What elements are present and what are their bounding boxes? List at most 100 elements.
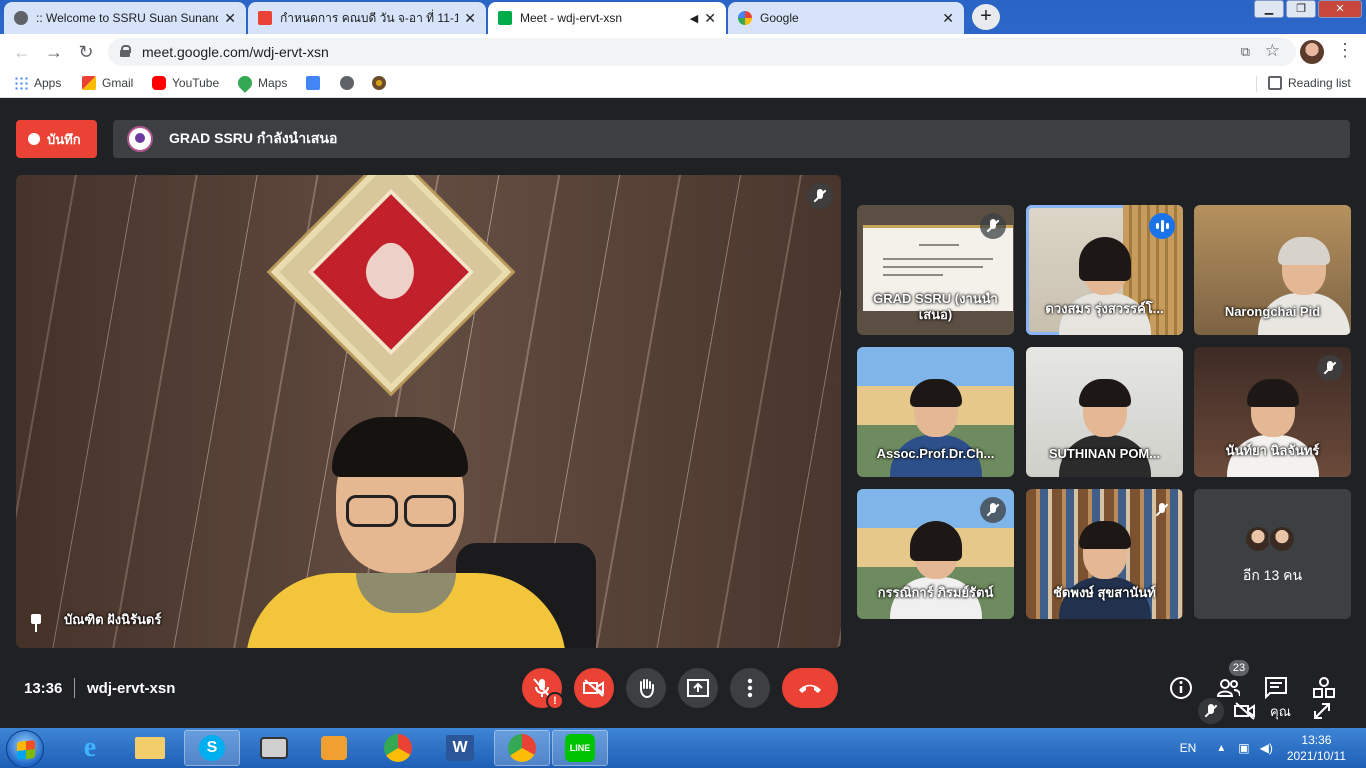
bookmark-apps[interactable]: Apps	[14, 76, 61, 90]
participant-video	[1226, 377, 1319, 477]
browser-menu-icon[interactable]: ⋮	[1336, 40, 1354, 61]
divider	[74, 678, 75, 698]
lock-icon[interactable]	[120, 45, 131, 57]
taskbar-camera[interactable]	[246, 730, 302, 766]
word-icon: W	[446, 735, 474, 761]
start-button[interactable]	[6, 730, 44, 768]
folder-icon	[135, 737, 165, 759]
participant-tile[interactable]: Assoc.Prof.Dr.Ch...	[857, 347, 1014, 477]
bookmark-gmail[interactable]: Gmail	[82, 76, 133, 90]
tab-google[interactable]: Google ✕	[728, 2, 964, 34]
main-video-tile[interactable]: บัณฑิต ฝังนิรันดร์	[16, 175, 841, 648]
meeting-controls-bar: 13:36 wdj-ervt-xsn ! 23	[0, 648, 1366, 728]
tab-gmail[interactable]: กำหนดการ คณบดี วัน จ-อา ที่ 11-17 ✕	[248, 2, 486, 34]
translate-icon[interactable]: ⧉	[1241, 44, 1250, 60]
reading-list-button[interactable]: Reading list	[1268, 76, 1351, 90]
url-text[interactable]: meet.google.com/wdj-ervt-xsn	[142, 44, 329, 60]
close-tab-icon[interactable]: ✕	[224, 10, 236, 27]
present-screen-button[interactable]	[678, 668, 718, 708]
tab-title: :: Welcome to SSRU Suan Sunand	[36, 11, 219, 25]
bookmark-label: Maps	[258, 76, 288, 90]
bookmark-star-icon[interactable]: ☆	[1265, 41, 1280, 61]
bookmark-label: YouTube	[172, 76, 220, 90]
raise-hand-button[interactable]	[626, 668, 666, 708]
microphone-toggle-button[interactable]: !	[522, 668, 564, 710]
bookmark-youtube[interactable]: YouTube	[152, 76, 219, 90]
pin-icon[interactable]	[30, 614, 42, 632]
camera-toggle-button[interactable]	[574, 668, 614, 708]
bookmarks-bar: Apps Gmail YouTube Maps Reading list	[0, 70, 1366, 98]
taskbar-media[interactable]	[306, 730, 362, 766]
close-tab-icon[interactable]: ✕	[942, 10, 954, 27]
meeting-clock: 13:36	[24, 680, 63, 697]
profile-avatar[interactable]	[1300, 40, 1324, 64]
skype-icon: S	[199, 735, 225, 761]
line-app-icon: LINE	[565, 734, 595, 762]
activities-icon[interactable]	[1312, 676, 1336, 700]
people-icon[interactable]	[1216, 676, 1240, 700]
media-player-icon	[321, 736, 347, 760]
meeting-details-icon[interactable]	[1169, 676, 1193, 700]
network-icon[interactable]: ▣	[1238, 741, 1249, 755]
camera-app-icon	[260, 737, 288, 759]
maps-pin-icon	[235, 73, 255, 93]
forward-button[interactable]: →	[42, 40, 66, 64]
taskbar-word[interactable]: W	[432, 730, 488, 766]
more-participants-label: อีก 13 คน	[1242, 567, 1303, 583]
bookmark-translate[interactable]	[306, 76, 326, 90]
participant-name: นันท์ยา นิลจันทร์	[1225, 443, 1320, 458]
reload-button[interactable]: ↻	[74, 40, 98, 64]
participant-tile[interactable]: ชัดพงษ์ สุขสานันท์	[1026, 489, 1183, 619]
show-hidden-icons[interactable]: ▲	[1216, 743, 1226, 754]
close-window-button[interactable]: ✕	[1318, 0, 1362, 18]
gmail-icon	[82, 76, 96, 90]
participant-tile[interactable]: กรรณิการ์ ภิรมย์รัตน์	[857, 489, 1014, 619]
more-vert-icon	[747, 678, 753, 698]
close-tab-icon[interactable]: ✕	[704, 10, 716, 27]
taskbar-chrome[interactable]	[370, 730, 426, 766]
bookmark-label: Apps	[34, 76, 62, 90]
meeting-code: wdj-ervt-xsn	[87, 680, 176, 697]
close-tab-icon[interactable]: ✕	[464, 10, 476, 27]
speaker-video	[246, 417, 566, 648]
apps-grid-icon	[14, 76, 28, 90]
participant-tile[interactable]: นันท์ยา นิลจันทร์	[1194, 347, 1351, 477]
participant-name: ชัดพงษ์ สุขสานันท์	[1053, 585, 1156, 600]
bookmark-ssru[interactable]	[372, 76, 392, 90]
warning-icon: !	[546, 692, 564, 710]
bookmark-globe[interactable]	[340, 76, 360, 90]
youtube-icon	[152, 76, 166, 90]
more-participants-tile[interactable]: อีก 13 คน	[1194, 489, 1351, 619]
address-bar[interactable]: meet.google.com/wdj-ervt-xsn ⧉ ☆	[108, 38, 1296, 66]
participant-tile[interactable]: SUTHINAN POM...	[1026, 347, 1183, 477]
more-options-button[interactable]	[730, 668, 770, 708]
mic-off-icon	[980, 213, 1006, 239]
taskbar-explorer[interactable]	[122, 730, 178, 766]
taskbar-skype[interactable]: S	[184, 730, 240, 766]
tab-meet[interactable]: Meet - wdj-ervt-xsn ◀ ✕	[488, 2, 726, 34]
chat-icon[interactable]	[1264, 676, 1288, 700]
taskbar-clock[interactable]: 13:36 2021/10/11	[1287, 732, 1346, 764]
recording-button[interactable]: บันทึก	[16, 120, 97, 158]
participant-tile[interactable]: Narongchai Pid	[1194, 205, 1351, 335]
globe-icon	[14, 11, 28, 25]
taskbar-line[interactable]: LINE	[552, 730, 608, 766]
present-icon	[687, 679, 709, 697]
participant-tile[interactable]: ดวงสมร รุ่งสวรรค์โ...	[1026, 205, 1183, 335]
taskbar-chrome-active[interactable]	[494, 730, 550, 766]
participant-name: Narongchai Pid	[1224, 304, 1321, 319]
participant-video	[889, 377, 982, 477]
bookmark-maps[interactable]: Maps	[235, 73, 288, 93]
back-button[interactable]: ←	[10, 40, 34, 64]
leave-call-button[interactable]	[782, 668, 838, 708]
taskbar-ie[interactable]: e	[62, 730, 118, 766]
maximize-button[interactable]: ❐	[1286, 0, 1316, 18]
input-language[interactable]: EN	[1180, 741, 1197, 755]
chrome-icon	[384, 734, 412, 762]
presentation-banner[interactable]: GRAD SSRU กำลังนำเสนอ	[113, 120, 1350, 158]
participant-tile[interactable]: GRAD SSRU (งานนำเสนอ)	[857, 205, 1014, 335]
new-tab-button[interactable]: +	[972, 4, 1000, 30]
volume-icon[interactable]: ◀)	[1260, 741, 1273, 755]
tab-ssru[interactable]: :: Welcome to SSRU Suan Sunand ✕	[4, 2, 246, 34]
minimize-button[interactable]: ▁	[1254, 0, 1284, 18]
